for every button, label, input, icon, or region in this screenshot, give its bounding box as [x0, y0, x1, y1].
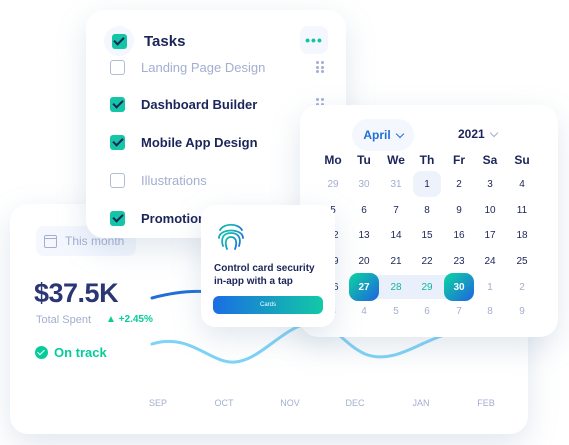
task-checkbox-checked[interactable] [110, 134, 125, 150]
weekday-header: Th [419, 153, 435, 167]
more-options-button[interactable]: ••• [300, 26, 328, 54]
calendar-day[interactable]: 10 [475, 198, 505, 222]
x-tick-label: FEB [477, 398, 495, 408]
calendar-day[interactable]: 18 [507, 223, 537, 247]
calendar-day[interactable]: 24 [475, 249, 505, 273]
calendar-day[interactable]: 13 [349, 223, 379, 247]
x-tick-label: DEC [345, 398, 365, 408]
task-checkbox-checked[interactable] [110, 96, 125, 112]
tasks-title: Tasks [144, 32, 186, 50]
calendar-day[interactable]: 9 [507, 299, 537, 323]
checkbox-checked-icon [111, 33, 127, 49]
weekday-header: Sa [482, 153, 498, 167]
calendar-day[interactable]: 17 [475, 223, 505, 247]
weekday-header: Su [514, 153, 530, 167]
task-label: Landing Page Design [141, 59, 266, 75]
task-checkbox-unchecked[interactable] [110, 172, 125, 188]
task-item[interactable]: Illustrations [110, 170, 324, 190]
tasks-header-icon-wrap [104, 26, 134, 56]
calendar-day[interactable]: 11 [507, 198, 537, 222]
calendar-day[interactable]: 6 [412, 299, 442, 323]
calendar-day[interactable]: 15 [412, 223, 442, 247]
chevron-down-icon [489, 128, 498, 137]
task-label: Mobile App Design [141, 134, 258, 150]
task-item[interactable]: Mobile App Design [110, 132, 324, 152]
calendar-day[interactable]: 23 [444, 249, 474, 273]
calendar-day[interactable]: 9 [444, 198, 474, 222]
calendar-day[interactable]: 28 [381, 275, 411, 299]
task-checkbox-unchecked[interactable] [110, 59, 125, 75]
calendar-day[interactable]: 29 [318, 172, 348, 196]
calendar-day[interactable]: 8 [475, 299, 505, 323]
x-tick-label: JAN [412, 398, 430, 408]
year-selector[interactable]: 2021 [458, 127, 498, 141]
task-item[interactable]: Landing Page Design [110, 57, 324, 77]
weekday-header: Fr [453, 153, 465, 167]
calendar-day[interactable]: 30 [444, 273, 474, 301]
task-label: Dashboard Builder [141, 96, 258, 112]
calendar-day[interactable]: 5 [381, 299, 411, 323]
calendar-day[interactable]: 27 [349, 273, 379, 301]
calendar-day[interactable]: 4 [349, 299, 379, 323]
month-label: April [363, 128, 391, 142]
calendar-day[interactable]: 6 [349, 198, 379, 222]
calendar-day[interactable]: 2 [444, 172, 474, 196]
calendar-day[interactable]: 1 [413, 171, 441, 197]
calendar-day[interactable]: 30 [349, 172, 379, 196]
task-label: Illustrations [141, 172, 207, 188]
calendar-day[interactable]: 29 [412, 275, 442, 299]
x-tick-label: NOV [280, 398, 300, 408]
calendar-day[interactable]: 2 [507, 275, 537, 299]
calendar-day[interactable]: 1 [475, 275, 505, 299]
cards-button[interactable]: Cards [213, 296, 323, 314]
calendar-day[interactable]: 7 [381, 198, 411, 222]
security-message: Control card security in-app with a tap [214, 263, 315, 287]
weekday-header: Mo [324, 153, 342, 167]
tasks-header: Tasks [104, 26, 185, 56]
weekday-header: Tu [357, 153, 371, 167]
chevron-down-icon [395, 129, 404, 138]
year-label: 2021 [458, 127, 485, 141]
weekday-header: We [387, 153, 405, 167]
month-selector[interactable]: April [352, 119, 414, 151]
calendar-day[interactable]: 20 [349, 249, 379, 273]
x-tick-label: SEP [148, 398, 167, 408]
x-tick-label: OCT [214, 398, 234, 408]
calendar-card: April 2021 Mo Tu We Th Fr Sa Su 29 30 31 1 2 3 4 5 6 7 8 9… [300, 105, 558, 337]
calendar-day[interactable]: 21 [381, 249, 411, 273]
calendar-day[interactable]: 14 [381, 223, 411, 247]
calendar-day[interactable]: 3 [475, 172, 505, 196]
calendar-day[interactable]: 8 [412, 198, 442, 222]
drag-handle-icon[interactable] [316, 61, 324, 73]
card-security-card: Control card security in-app with a tap … [201, 205, 335, 327]
calendar-day[interactable]: 25 [507, 249, 537, 273]
calendar-day[interactable]: 31 [381, 172, 411, 196]
calendar-day[interactable]: 22 [412, 249, 442, 273]
task-checkbox-checked[interactable] [110, 210, 125, 226]
calendar-day[interactable]: 7 [444, 299, 474, 323]
calendar-day[interactable]: 16 [444, 223, 474, 247]
task-item[interactable]: Dashboard Builder [110, 94, 324, 114]
fingerprint-icon [218, 223, 244, 251]
calendar-day[interactable]: 4 [507, 172, 537, 196]
